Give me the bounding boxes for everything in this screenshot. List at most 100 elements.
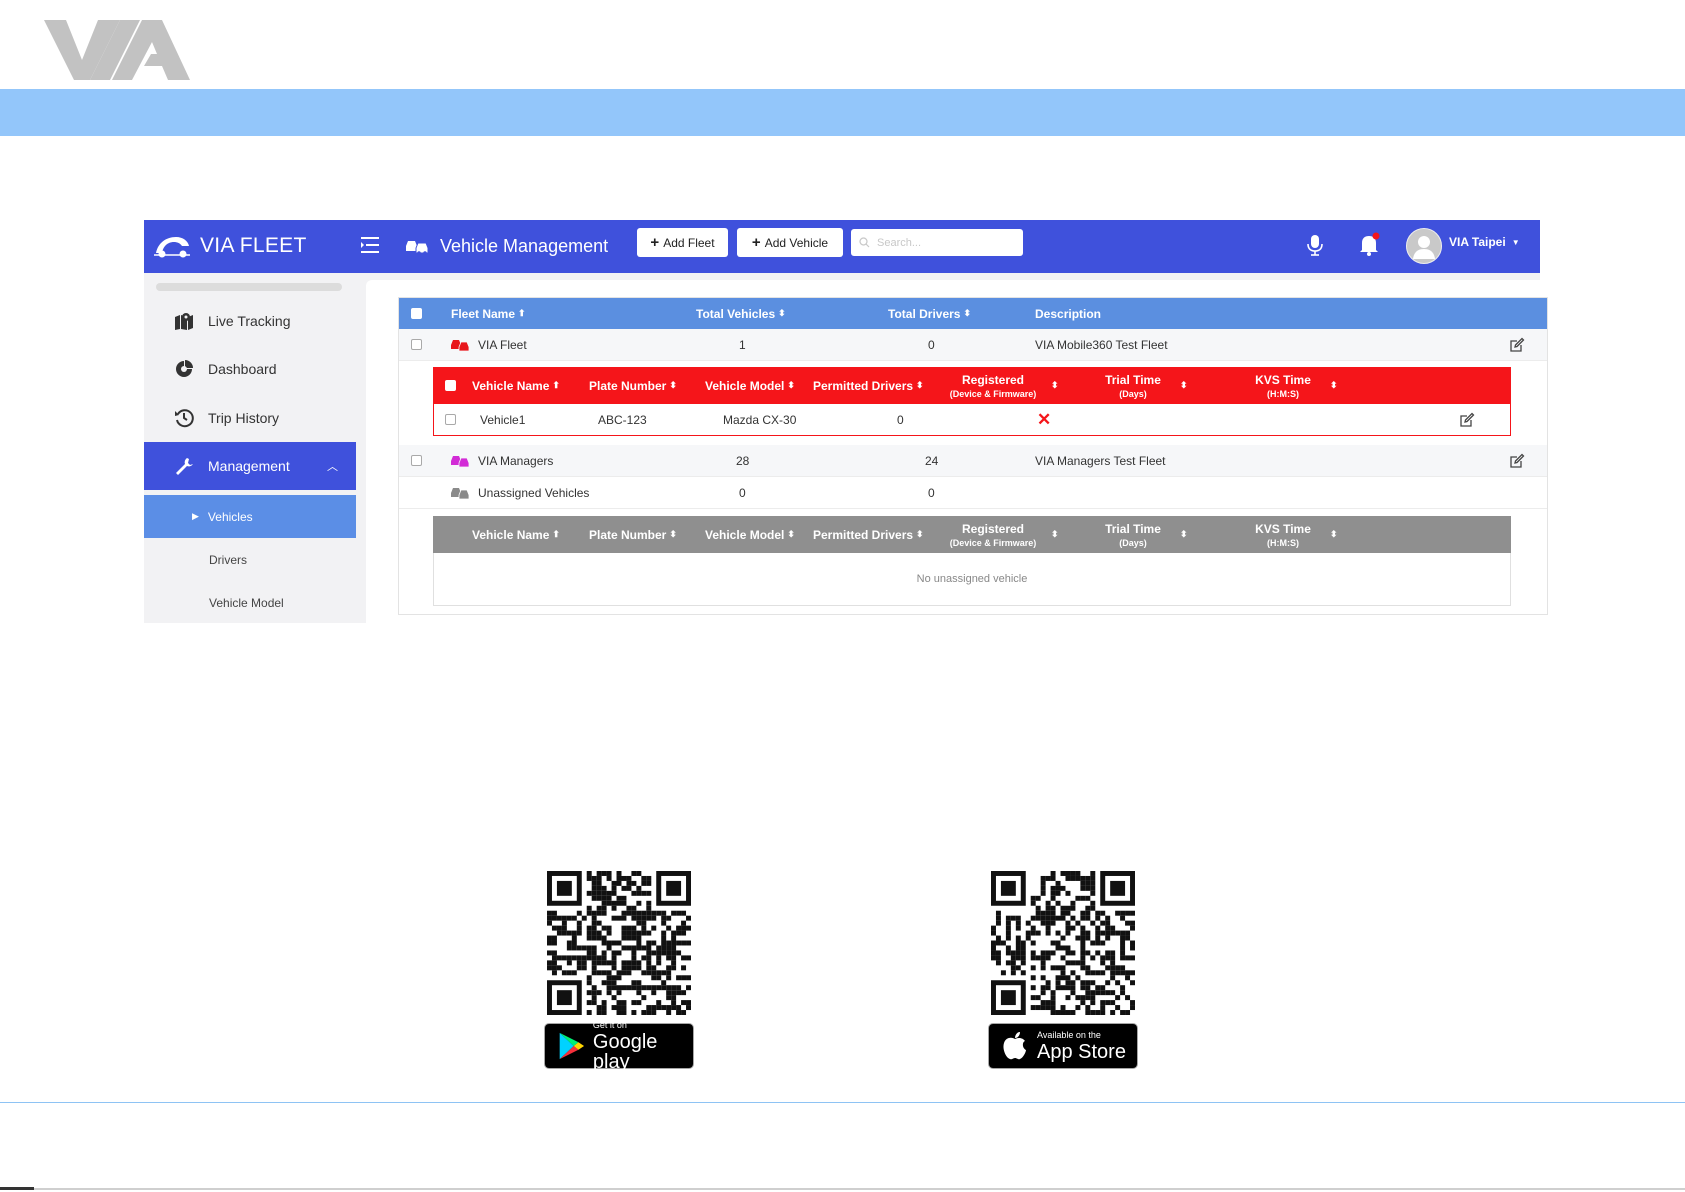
microphone-icon[interactable] — [1304, 233, 1326, 257]
fleet-name: VIA Managers — [478, 453, 554, 468]
header-label: KVS Time — [1255, 372, 1311, 387]
row-checkbox[interactable] — [411, 339, 422, 350]
col-total-vehicles[interactable]: Total Vehicles ⬍ — [696, 298, 786, 329]
header-label: Plate Number — [589, 527, 667, 542]
add-fleet-button[interactable]: + Add Fleet — [637, 228, 728, 257]
col-registered[interactable]: Registered (Device & Firmware) — [947, 516, 1039, 553]
select-all-checkbox[interactable] — [445, 380, 456, 391]
sidebar-item-label: Trip History — [208, 410, 280, 426]
sidebar-subitem-vehicles[interactable]: ▶ Vehicles — [144, 495, 356, 538]
sort-up-icon: ⬆ — [518, 308, 526, 318]
sort-icon: ⬍ — [787, 380, 795, 390]
brand[interactable]: VIA FLEET — [152, 230, 307, 262]
col-permitted-drivers[interactable]: Permitted Drivers ⬍ — [813, 367, 924, 404]
brand-name: VIA FLEET — [200, 234, 307, 257]
page-header: Vehicle Management — [404, 232, 608, 260]
user-menu[interactable]: VIA Taipei ▼ — [1449, 235, 1520, 249]
app-store-badge[interactable]: Available on the App Store — [988, 1023, 1138, 1069]
user-name: VIA Taipei — [1449, 235, 1506, 249]
history-icon — [175, 409, 194, 428]
sidebar-item-trip-history[interactable]: Trip History — [144, 394, 356, 442]
sort-up-icon: ⬆ — [552, 380, 560, 390]
header-label: Vehicle Name — [472, 527, 550, 542]
menu-icon[interactable] — [358, 233, 382, 257]
google-play-badge[interactable]: Get it on Google play — [544, 1020, 694, 1072]
edit-icon[interactable] — [1459, 412, 1475, 428]
plate-number: ABC-123 — [598, 412, 647, 427]
header-label: Total Drivers — [888, 306, 961, 321]
app-window: VIA FLEET Vehicle Management + Add Fleet… — [144, 220, 1548, 624]
col-vehicle-name[interactable]: Vehicle Name ⬆ — [472, 367, 560, 404]
qr-code-app-store — [991, 871, 1135, 1015]
google-play-download: Get it on Google play — [544, 868, 694, 1072]
main-panel: Fleet Name ⬆ Total Vehicles ⬍ Total Driv… — [366, 280, 1548, 623]
row-checkbox[interactable] — [445, 414, 456, 425]
sidebar-item-label: Management — [208, 458, 290, 474]
add-fleet-label: Add Fleet — [663, 235, 715, 250]
col-vehicle-model[interactable]: Vehicle Model ⬍ — [705, 367, 795, 404]
row-checkbox[interactable] — [411, 455, 422, 466]
map-marker-icon — [175, 313, 193, 330]
sort-icon[interactable]: ⬍ — [1051, 529, 1059, 540]
chevron-up-icon[interactable]: ︿ — [327, 458, 338, 474]
sort-icon: ⬍ — [787, 529, 795, 539]
sidebar-subitem-vehicle-model[interactable]: Vehicle Model — [144, 581, 356, 624]
select-all-checkbox[interactable] — [411, 308, 422, 319]
col-fleet-name[interactable]: Fleet Name ⬆ — [451, 298, 526, 329]
col-trial-time[interactable]: Trial Time (Days) — [1103, 516, 1163, 553]
col-total-drivers[interactable]: Total Drivers ⬍ — [888, 298, 971, 329]
vehicle-model: Mazda CX-30 — [723, 412, 797, 427]
sort-icon: ⬍ — [778, 308, 786, 318]
via-logo — [44, 20, 190, 80]
col-vehicle-model[interactable]: Vehicle Model ⬍ — [705, 516, 795, 553]
sidebar-divider — [356, 273, 366, 623]
sort-icon[interactable]: ⬍ — [1180, 529, 1188, 540]
fleet-description: VIA Managers Test Fleet — [1035, 453, 1166, 468]
col-kvs-time[interactable]: KVS Time (H:M:S) — [1253, 516, 1313, 553]
table-row[interactable]: Unassigned Vehicles 0 0 — [399, 477, 1547, 509]
search-input[interactable] — [875, 235, 1009, 250]
col-registered[interactable]: Registered (Device & Firmware) — [947, 367, 1039, 404]
car-icon — [451, 339, 470, 351]
search-icon — [859, 237, 870, 248]
header-sublabel: (Days) — [1119, 388, 1147, 399]
sort-icon[interactable]: ⬍ — [1180, 380, 1188, 391]
header-label: Trial Time — [1105, 521, 1161, 536]
header-label: Registered — [961, 372, 1025, 387]
col-permitted-drivers[interactable]: Permitted Drivers ⬍ — [813, 516, 924, 553]
edit-icon[interactable] — [1509, 337, 1525, 353]
col-description: Description — [1035, 298, 1101, 329]
notification-bell-icon[interactable] — [1357, 231, 1381, 257]
app-store-download: Available on the App Store — [988, 868, 1138, 1070]
sidebar-scrollbar[interactable] — [156, 283, 342, 291]
search-box[interactable] — [851, 229, 1023, 256]
sidebar-item-dashboard[interactable]: Dashboard — [144, 345, 356, 393]
header-sublabel: (Device & Firmware) — [949, 388, 1037, 399]
fleet-name: VIA Fleet — [478, 337, 527, 352]
edit-icon[interactable] — [1509, 453, 1525, 469]
header-band — [0, 89, 1685, 136]
header-label: KVS Time — [1255, 521, 1311, 536]
table-row[interactable]: VIA Managers 28 24 VIA Managers Test Fle… — [399, 445, 1547, 477]
sort-icon[interactable]: ⬍ — [1330, 529, 1338, 540]
sort-icon[interactable]: ⬍ — [1051, 380, 1059, 391]
add-vehicle-button[interactable]: + Add Vehicle — [737, 228, 843, 257]
divider — [0, 1102, 1685, 1103]
col-plate-number[interactable]: Plate Number ⬍ — [589, 516, 677, 553]
col-plate-number[interactable]: Plate Number ⬍ — [589, 367, 677, 404]
total-vehicles: 1 — [739, 337, 746, 352]
sort-icon[interactable]: ⬍ — [1330, 380, 1338, 391]
sidebar-item-management[interactable]: Management ︿ — [144, 442, 356, 490]
unassigned-vehicles-table: Vehicle Name ⬆ Plate Number ⬍ Vehicle Mode… — [433, 516, 1511, 606]
sidebar-subitem-label: Vehicles — [207, 509, 253, 524]
table-row[interactable]: VIA Fleet 1 0 VIA Mobile360 Test Fleet — [399, 329, 1547, 361]
sidebar-item-label: Dashboard — [208, 361, 277, 377]
avatar[interactable] — [1406, 228, 1442, 264]
sidebar-subitem-drivers[interactable]: Drivers — [144, 538, 356, 581]
header-sublabel: (H:M:S) — [1267, 537, 1299, 548]
col-trial-time[interactable]: Trial Time (Days) — [1103, 367, 1163, 404]
col-kvs-time[interactable]: KVS Time (H:M:S) — [1253, 367, 1313, 404]
vehicle-row[interactable]: Vehicle1 ABC-123 Mazda CX-30 0 ✕ — [433, 404, 1511, 436]
sidebar-item-live-tracking[interactable]: Live Tracking — [144, 297, 356, 345]
col-vehicle-name[interactable]: Vehicle Name ⬆ — [472, 516, 560, 553]
